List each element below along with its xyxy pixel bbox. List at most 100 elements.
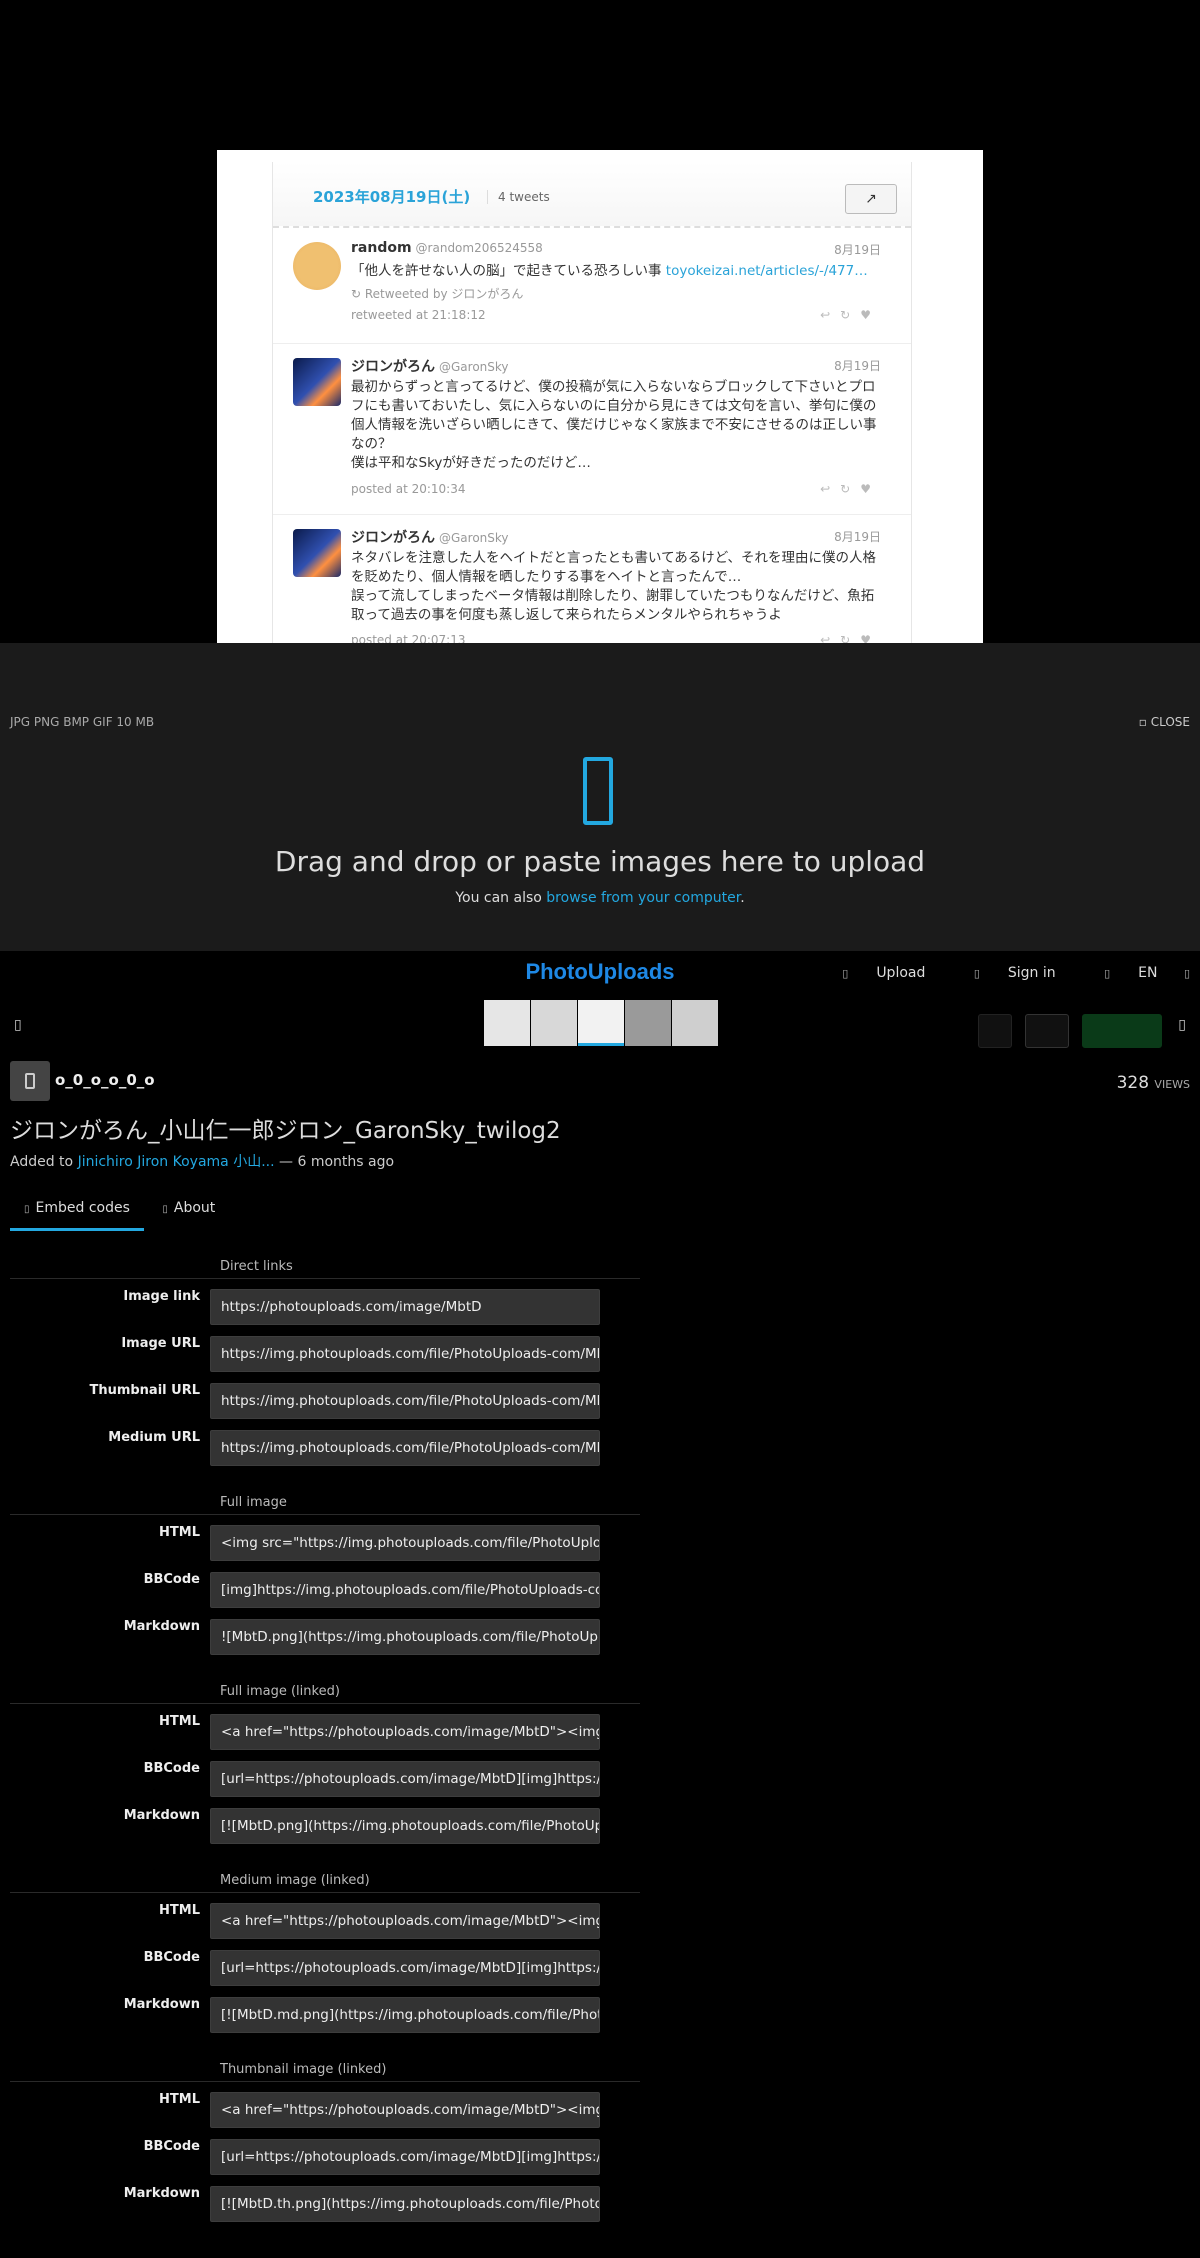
embed-row: BBCode [url=https://photouploads.com/imag… bbox=[0, 1751, 640, 1798]
next-arrow-icon[interactable]: ▯ bbox=[1178, 1017, 1186, 1033]
embed-label: Thumbnail URL bbox=[89, 1383, 200, 1398]
uploaded-image[interactable]: 2023年08月19日(土) 4 tweets ↗ random @random2… bbox=[217, 150, 983, 643]
add-button[interactable] bbox=[1082, 1014, 1162, 1048]
embed-row: HTML <a href="https://photouploads.com/im… bbox=[0, 1704, 640, 1751]
thumbnail-strip bbox=[484, 1000, 718, 1048]
date-header: 2023年08月19日(土) 4 tweets ↗ bbox=[273, 162, 911, 228]
embed-label: Markdown bbox=[123, 1808, 200, 1823]
upload-button[interactable]: ▯ Upload bbox=[820, 965, 925, 981]
tab-about[interactable]: ▯ About bbox=[148, 1197, 229, 1231]
embed-code-field[interactable]: https://img.photouploads.com/file/PhotoU… bbox=[210, 1336, 600, 1372]
tweet-meta: posted at 20:07:13 bbox=[351, 633, 466, 643]
embed-label: Markdown bbox=[123, 2186, 200, 2201]
embed-code-field[interactable]: <a href="https://photouploads.com/image/… bbox=[210, 1714, 600, 1750]
view-count: 328 VIEWS bbox=[1116, 1073, 1190, 1093]
embed-group: Direct links Image link https://photouploa… bbox=[0, 1251, 640, 1467]
album-link[interactable]: Jinichiro Jiron Koyama 小山... bbox=[78, 1154, 275, 1170]
embed-code-field[interactable]: <img src="https://img.photouploads.com/f… bbox=[210, 1525, 600, 1561]
embed-group-title: Thumbnail image (linked) bbox=[10, 2054, 640, 2082]
embed-code-field[interactable]: [![MbtD.md.png](https://img.photouploads… bbox=[210, 1997, 600, 2033]
embed-row: Markdown [![MbtD.png](https://img.photoup… bbox=[0, 1798, 640, 1845]
tweet-count: 4 tweets bbox=[487, 190, 550, 204]
thumbnail[interactable] bbox=[484, 1000, 530, 1046]
upload-icon: ▯ bbox=[842, 967, 849, 980]
embed-code-field[interactable]: https://photouploads.com/image/MbtD bbox=[210, 1289, 600, 1325]
tab-bar: ▯ Embed codes ▯ About bbox=[10, 1197, 640, 1231]
embed-row: Image link https://photouploads.com/image… bbox=[0, 1279, 640, 1326]
page-button[interactable] bbox=[1024, 1014, 1069, 1048]
language-selector[interactable]: ▯ EN bbox=[1082, 965, 1157, 981]
tweet-author: ジロンがろん @GaronSky bbox=[351, 530, 509, 546]
embed-code-field[interactable]: ![MbtD.png](https://img.photouploads.com… bbox=[210, 1619, 600, 1655]
added-to-info: Added to Jinichiro Jiron Koyama 小山... — … bbox=[10, 1154, 395, 1170]
embed-label: Markdown bbox=[123, 1619, 200, 1634]
timeline-date: 2023年08月19日(土) bbox=[313, 188, 471, 206]
embed-label: BBCode bbox=[143, 1950, 200, 1965]
embed-group: Full image HTML <img src="https://img.phot… bbox=[0, 1487, 640, 1656]
uploader-name[interactable]: o_0_o_o_0_o bbox=[55, 1071, 155, 1089]
embed-code-field[interactable]: [url=https://photouploads.com/image/MbtD… bbox=[210, 1761, 600, 1797]
embed-label: BBCode bbox=[143, 1761, 200, 1776]
embed-label: HTML bbox=[159, 2092, 200, 2107]
embed-group: Full image (linked) HTML <a href="https://… bbox=[0, 1676, 640, 1845]
image-viewer: 2023年08月19日(土) 4 tweets ↗ random @random2… bbox=[0, 0, 1200, 643]
close-button[interactable]: ▫ CLOSE bbox=[1139, 715, 1190, 729]
embed-group-title: Direct links bbox=[10, 1251, 640, 1279]
embed-row: Thumbnail URL https://img.photouploads.co… bbox=[0, 1373, 640, 1420]
signin-button[interactable]: ▯ Sign in bbox=[952, 965, 1056, 981]
tweet-actions: ↩↻♥ bbox=[820, 633, 881, 643]
embed-code-field[interactable]: [img]https://img.photouploads.com/file/P… bbox=[210, 1572, 600, 1608]
viewer-controls bbox=[970, 1014, 1162, 1048]
upload-panel[interactable]: JPG PNG BMP GIF 10 MB ▫ CLOSE Drag and d… bbox=[0, 643, 1200, 951]
tweet-item: ジロンがろん @GaronSky 8月19日 最初からずっと言ってるけど、僕の投稿… bbox=[273, 344, 911, 515]
embed-group-title: Full image bbox=[10, 1487, 640, 1515]
embed-row: BBCode [url=https://photouploads.com/imag… bbox=[0, 2129, 640, 2176]
tab-embed-codes[interactable]: ▯ Embed codes bbox=[10, 1197, 144, 1231]
embed-code-field[interactable]: [url=https://photouploads.com/image/MbtD… bbox=[210, 2139, 600, 2175]
upload-formats: JPG PNG BMP GIF 10 MB bbox=[10, 715, 155, 729]
avatar bbox=[293, 358, 341, 406]
embed-label: BBCode bbox=[143, 2139, 200, 2154]
embed-code-field[interactable]: https://img.photouploads.com/file/PhotoU… bbox=[210, 1430, 600, 1466]
tweet-author: ジロンがろん @GaronSky bbox=[351, 359, 509, 375]
tweet-actions: ↩↻♥ bbox=[820, 308, 881, 322]
embed-label: Image link bbox=[123, 1289, 200, 1304]
embed-label: BBCode bbox=[143, 1572, 200, 1587]
twilog-card: 2023年08月19日(土) 4 tweets ↗ random @random2… bbox=[272, 162, 912, 643]
tweet-item: random @random206524558 8月19日 「他人を許せない人の脳… bbox=[273, 228, 911, 344]
user-avatar[interactable] bbox=[10, 1061, 50, 1101]
thumbnail[interactable] bbox=[672, 1000, 718, 1046]
browse-link[interactable]: browse from your computer bbox=[546, 890, 740, 906]
embed-code-field[interactable]: <a href="https://photouploads.com/image/… bbox=[210, 1903, 600, 1939]
thumbnail-current[interactable] bbox=[578, 1000, 624, 1046]
tweet-item: ジロンがろん @GaronSky 8月19日 ネタバレを注意した人をヘイトだと言っ… bbox=[273, 515, 911, 643]
embed-label: HTML bbox=[159, 1714, 200, 1729]
embed-code-field[interactable]: [url=https://photouploads.com/image/MbtD… bbox=[210, 1950, 600, 1986]
menu-icon[interactable]: ▯ bbox=[1184, 967, 1190, 980]
embed-row: BBCode [img]https://img.photouploads.com/… bbox=[0, 1562, 640, 1609]
avatar bbox=[293, 242, 341, 290]
embed-code-field[interactable]: [![MbtD.th.png](https://img.photouploads… bbox=[210, 2186, 600, 2222]
prev-arrow-icon[interactable]: ▯ bbox=[14, 1017, 22, 1033]
embed-label: HTML bbox=[159, 1525, 200, 1540]
embed-label: Image URL bbox=[121, 1336, 200, 1351]
embed-code-field[interactable]: https://img.photouploads.com/file/PhotoU… bbox=[210, 1383, 600, 1419]
embed-row: Medium URL https://img.photouploads.com/f… bbox=[0, 1420, 640, 1467]
prev-button[interactable] bbox=[977, 1014, 1012, 1048]
embed-group: Medium image (linked) HTML <a href="https:… bbox=[0, 1865, 640, 2034]
thumbnail[interactable] bbox=[531, 1000, 577, 1046]
embed-code-field[interactable]: <a href="https://photouploads.com/image/… bbox=[210, 2092, 600, 2128]
tweet-meta: posted at 20:10:34 bbox=[351, 482, 466, 496]
thumbnail[interactable] bbox=[625, 1000, 671, 1046]
embed-label: Markdown bbox=[123, 1997, 200, 2012]
tweet-text: 「他人を許せない人の脳」で起きている恐ろしい事 toyokeizai.net/a… bbox=[351, 263, 868, 279]
embed-row: HTML <a href="https://photouploads.com/im… bbox=[0, 2082, 640, 2129]
retweet-label: ↻ Retweeted by ジロンがろん bbox=[351, 287, 524, 301]
info-icon: ▯ bbox=[162, 1204, 168, 1215]
tweet-text: ネタバレを注意した人をヘイトだと言ったとも書いてあるけど、それを理由に僕の人格を… bbox=[351, 550, 877, 623]
tweet-date: 8月19日 bbox=[834, 359, 881, 373]
tweet-date: 8月19日 bbox=[834, 530, 881, 544]
embed-code-field[interactable]: [![MbtD.png](https://img.photouploads.co… bbox=[210, 1808, 600, 1844]
tweet-meta: retweeted at 21:18:12 bbox=[351, 308, 486, 322]
embed-codes: Direct links Image link https://photouploa… bbox=[0, 1251, 640, 2243]
